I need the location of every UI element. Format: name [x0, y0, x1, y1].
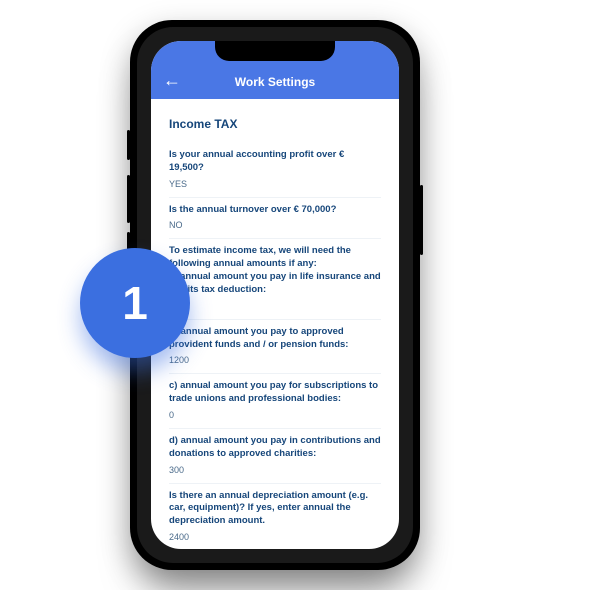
answer-value: 300	[169, 465, 381, 475]
power-button	[420, 185, 423, 255]
form-row[interactable]: Is your annual accounting profit over € …	[169, 143, 381, 198]
mute-switch	[127, 130, 130, 160]
question-label: c) annual amount you pay for subscriptio…	[169, 380, 381, 406]
form-row[interactable]: Is there an annual depreciation amount (…	[169, 484, 381, 549]
answer-value: 0	[169, 410, 381, 420]
page-title: Work Settings	[235, 75, 315, 89]
form-row[interactable]: Is the annual turnover over € 70,000? NO	[169, 198, 381, 240]
question-label: b) annual amount you pay to approved pro…	[169, 326, 381, 352]
answer-value: 1200	[169, 355, 381, 365]
question-label: Is your annual accounting profit over € …	[169, 149, 381, 175]
question-label: Is the annual turnover over € 70,000?	[169, 204, 381, 217]
answer-value: NO	[169, 220, 381, 230]
question-label: Is there an annual depreciation amount (…	[169, 490, 381, 528]
volume-up-button	[127, 175, 130, 223]
stage: ← Work Settings Income TAX Is your annua…	[0, 0, 590, 590]
form-row[interactable]: To estimate income tax, we will need the…	[169, 239, 381, 319]
step-number: 1	[122, 276, 148, 330]
form-row[interactable]: c) annual amount you pay for subscriptio…	[169, 374, 381, 429]
question-label: To estimate income tax, we will need the…	[169, 245, 381, 296]
step-badge: 1	[80, 248, 190, 358]
answer-value: 2400	[169, 532, 381, 542]
content-area[interactable]: Income TAX Is your annual accounting pro…	[151, 99, 399, 549]
question-label: d) annual amount you pay in contribution…	[169, 435, 381, 461]
section-title: Income TAX	[169, 117, 381, 131]
back-arrow-icon[interactable]: ←	[163, 71, 181, 89]
answer-value: YES	[169, 179, 381, 189]
form-row[interactable]: d) annual amount you pay in contribution…	[169, 429, 381, 484]
answer-value: 0	[169, 301, 381, 311]
form-row[interactable]: b) annual amount you pay to approved pro…	[169, 320, 381, 375]
notch	[215, 41, 335, 61]
